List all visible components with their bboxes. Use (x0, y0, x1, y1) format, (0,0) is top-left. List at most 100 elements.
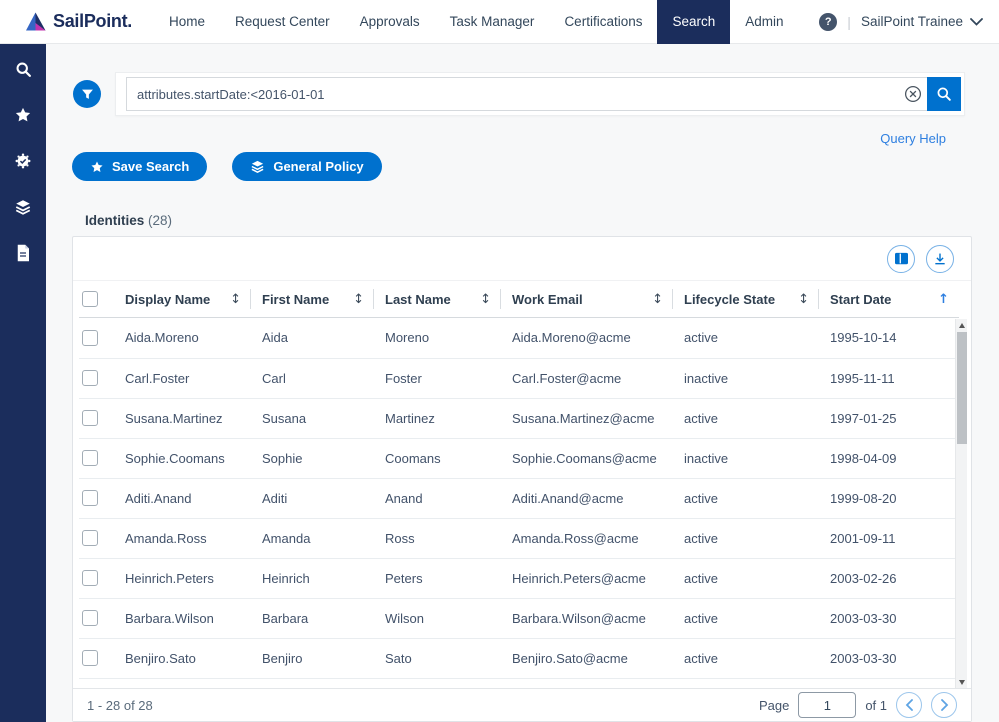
search-field (126, 77, 927, 111)
row-checkbox[interactable] (82, 450, 98, 466)
cell-last-name: Anand (374, 478, 501, 518)
col-last-name[interactable]: Last Name ↕ (374, 281, 501, 318)
chevron-right-icon (940, 699, 949, 711)
nav-item-task-manager[interactable]: Task Manager (435, 0, 550, 44)
general-policy-label: General Policy (273, 159, 363, 174)
col-lifecycle-state[interactable]: Lifecycle State ↕ (673, 281, 819, 318)
table-row[interactable]: Barbara.Wilson Barbara Wilson Barbara.Wi… (79, 598, 959, 638)
row-checkbox[interactable] (82, 570, 98, 586)
clear-search-button[interactable] (899, 80, 927, 108)
cell-lifecycle-state: active (673, 518, 819, 558)
row-checkbox[interactable] (82, 650, 98, 666)
download-icon (933, 252, 947, 266)
sidebar-item-certifications[interactable] (0, 138, 46, 184)
nav-item-approvals[interactable]: Approvals (345, 0, 435, 44)
table-scrollbar[interactable] (955, 319, 967, 689)
download-results-button[interactable] (926, 245, 954, 273)
cell-work-email: Sophie.Coomans@acme (501, 438, 673, 478)
cell-first-name: Heinrich (251, 558, 374, 598)
query-help-link[interactable]: Query Help (880, 131, 946, 146)
col-last-name-label: Last Name (385, 292, 451, 307)
row-checkbox[interactable] (82, 610, 98, 626)
chevron-down-icon (970, 18, 983, 26)
cell-last-name: Coomans (374, 438, 501, 478)
sort-both-icon[interactable]: ↕ (480, 292, 491, 307)
user-menu[interactable]: SailPoint Trainee (861, 14, 983, 29)
filter-button[interactable] (73, 80, 101, 108)
table-row[interactable]: Heinrich.Peters Heinrich Peters Heinrich… (79, 558, 959, 598)
table-row[interactable]: Sophie.Coomans Sophie Coomans Sophie.Coo… (79, 438, 959, 478)
sort-ascending-icon[interactable]: ↑ (938, 292, 949, 307)
document-icon (15, 244, 31, 262)
row-checkbox[interactable] (82, 490, 98, 506)
tab-identities[interactable]: Identities (28) (85, 213, 172, 236)
table-row[interactable]: Aida.Moreno Aida Moreno Aida.Moreno@acme… (79, 318, 959, 358)
sidebar-item-policies[interactable] (0, 184, 46, 230)
sidebar-item-reports[interactable] (0, 230, 46, 276)
table-footer: 1 - 28 of 28 Page of 1 (73, 688, 971, 721)
cell-lifecycle-state: active (673, 478, 819, 518)
cell-last-name: Moreno (374, 318, 501, 358)
row-checkbox[interactable] (82, 370, 98, 386)
general-policy-button[interactable]: General Policy (232, 152, 381, 181)
table-row[interactable]: Aditi.Anand Aditi Anand Aditi.Anand@acme… (79, 478, 959, 518)
chevron-left-icon (905, 699, 914, 711)
col-work-email-label: Work Email (512, 292, 583, 307)
cell-lifecycle-state: inactive (673, 438, 819, 478)
save-search-button[interactable]: Save Search (72, 152, 207, 181)
tab-identities-count: (28) (148, 213, 172, 228)
cell-display-name: Carl.Foster (114, 358, 251, 398)
sort-both-icon[interactable]: ↕ (353, 292, 364, 307)
search-submit-button[interactable] (927, 77, 961, 111)
scroll-up-arrow-icon[interactable] (959, 323, 965, 328)
scroll-down-arrow-icon[interactable] (959, 680, 965, 685)
sort-both-icon[interactable]: ↕ (230, 292, 241, 307)
choose-columns-button[interactable] (887, 245, 915, 273)
sort-both-icon[interactable]: ↕ (798, 292, 809, 307)
cell-start-date: 2001-09-11 (819, 518, 959, 558)
page-label: Page (759, 698, 789, 713)
cell-last-name: Wilson (374, 598, 501, 638)
cell-work-email: Aditi.Anand@acme (501, 478, 673, 518)
col-first-name[interactable]: First Name ↕ (251, 281, 374, 318)
row-checkbox[interactable] (82, 330, 98, 346)
help-icon[interactable]: ? (819, 13, 837, 31)
search-input[interactable] (127, 78, 899, 110)
cell-first-name: Amanda (251, 518, 374, 558)
sailpoint-logo[interactable]: SailPoint. (24, 10, 132, 34)
table-row[interactable]: Carl.Foster Carl Foster Carl.Foster@acme… (79, 358, 959, 398)
cell-display-name: Barbara.Wilson (114, 598, 251, 638)
cell-lifecycle-state: active (673, 558, 819, 598)
cell-display-name: Sophie.Coomans (114, 438, 251, 478)
sort-both-icon[interactable]: ↕ (652, 292, 663, 307)
row-checkbox[interactable] (82, 410, 98, 426)
nav-item-home[interactable]: Home (154, 0, 220, 44)
table-row[interactable]: Susana.Martinez Susana Martinez Susana.M… (79, 398, 959, 438)
col-display-name[interactable]: Display Name ↕ (114, 281, 251, 318)
nav-item-search[interactable]: Search (657, 0, 730, 44)
nav-item-request-center[interactable]: Request Center (220, 0, 345, 44)
select-all-checkbox[interactable] (82, 291, 98, 307)
cell-work-email: Amanda.Ross@acme (501, 518, 673, 558)
sidebar-item-saved-searches[interactable] (0, 92, 46, 138)
col-work-email[interactable]: Work Email ↕ (501, 281, 673, 318)
layers-icon (250, 159, 265, 174)
page-number-input[interactable] (798, 692, 856, 718)
row-checkbox[interactable] (82, 530, 98, 546)
col-start-date[interactable]: Start Date ↑ (819, 281, 959, 318)
cell-last-name: Foster (374, 358, 501, 398)
main-content: Query Help Save Search General Policy Id… (46, 44, 999, 722)
scrollbar-thumb[interactable] (957, 332, 967, 444)
table-row[interactable]: Amanda.Ross Amanda Ross Amanda.Ross@acme… (79, 518, 959, 558)
cell-lifecycle-state: active (673, 598, 819, 638)
table-row[interactable]: Benjiro.Sato Benjiro Sato Benjiro.Sato@a… (79, 638, 959, 678)
nav-item-certifications[interactable]: Certifications (549, 0, 657, 44)
nav-divider: | (847, 14, 851, 30)
next-page-button[interactable] (931, 692, 957, 718)
nav-item-admin[interactable]: Admin (730, 0, 798, 44)
sidebar-item-search[interactable] (0, 46, 46, 92)
cell-last-name: Sato (374, 638, 501, 678)
table-header: Display Name ↕ First Name ↕ Last Name (79, 281, 959, 318)
previous-page-button[interactable] (896, 692, 922, 718)
cell-display-name: Susana.Martinez (114, 398, 251, 438)
